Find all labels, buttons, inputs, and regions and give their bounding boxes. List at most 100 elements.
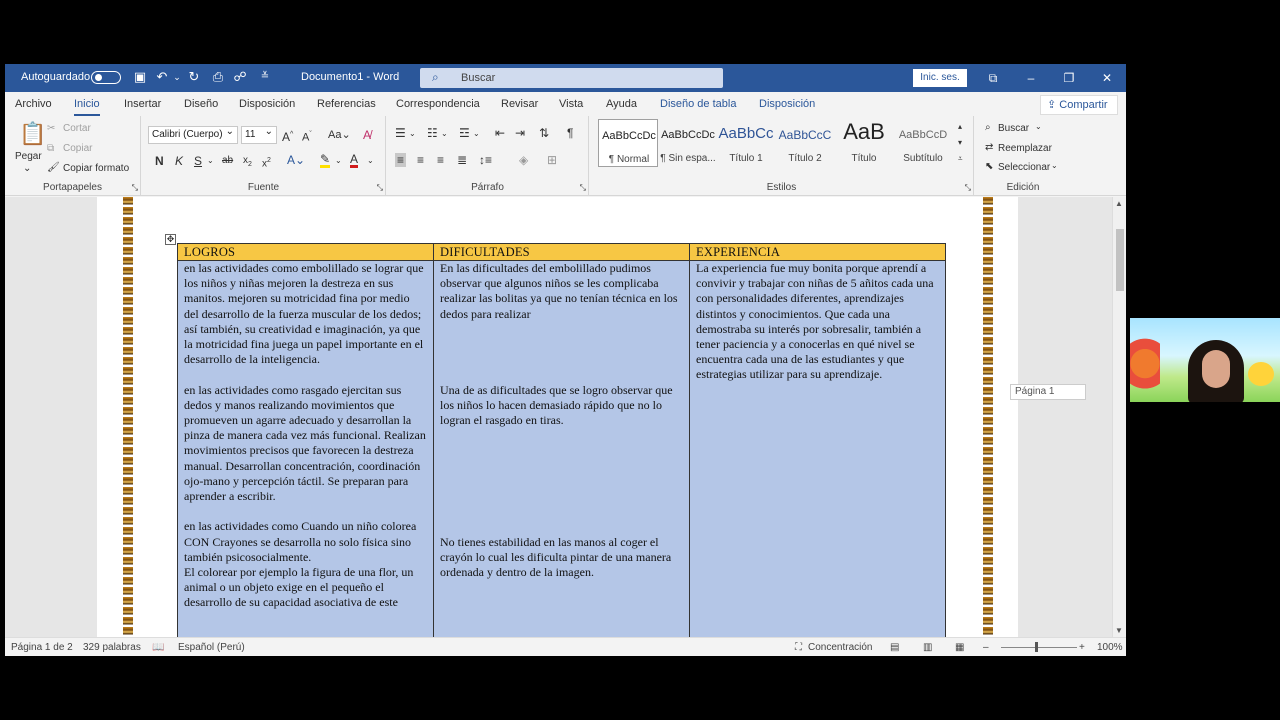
- share-button[interactable]: ⇪ Compartir: [1040, 95, 1118, 115]
- sort-icon[interactable]: ⇅: [539, 126, 549, 140]
- select-dropdown-icon[interactable]: ⌄: [1051, 161, 1058, 170]
- table-move-handle-icon[interactable]: ✥: [165, 234, 176, 245]
- autosave-toggle[interactable]: [91, 71, 121, 84]
- italic-icon[interactable]: K: [175, 154, 183, 168]
- numbering-icon[interactable]: ☷: [427, 126, 438, 140]
- zoom-in-icon[interactable]: +: [1079, 642, 1085, 653]
- touch-mode-icon[interactable]: ☍: [232, 69, 248, 85]
- tab-referencias[interactable]: Referencias: [317, 98, 376, 110]
- highlight-dropdown-icon[interactable]: ⌄: [335, 154, 342, 168]
- font-family-select[interactable]: Calibri (Cuerpo): [148, 124, 238, 144]
- word-count[interactable]: 329 palabras: [83, 642, 141, 653]
- numbering-dropdown-icon[interactable]: ⌄: [441, 127, 448, 141]
- page-count[interactable]: Página 1 de 2: [11, 642, 73, 653]
- read-mode-icon[interactable]: ▤: [890, 642, 899, 653]
- tab-disposicion[interactable]: Disposición: [239, 98, 295, 110]
- header-logros[interactable]: LOGROS: [177, 243, 434, 261]
- minimize-icon[interactable]: –: [1021, 69, 1041, 87]
- ribbon-display-icon[interactable]: ⧉: [983, 69, 1003, 87]
- tab-archivo[interactable]: Archivo: [15, 98, 52, 110]
- multilevel-dropdown-icon[interactable]: ⌄: [473, 127, 480, 141]
- document-page[interactable]: ✥ LOGROS DIFICULTADES EXPERIENCIA en las…: [97, 197, 1018, 637]
- replace-button[interactable]: Reemplazar: [998, 143, 1052, 154]
- undo-icon[interactable]: ↶: [154, 69, 170, 85]
- scroll-up-icon[interactable]: ▲: [1115, 199, 1123, 208]
- grow-font-icon[interactable]: A^: [282, 128, 293, 144]
- font-launcher-icon[interactable]: ⤡: [377, 183, 383, 193]
- subscript-icon[interactable]: x2: [243, 154, 252, 172]
- highlight-icon[interactable]: ✎: [320, 153, 331, 168]
- search-box[interactable]: ⌕ Buscar: [420, 68, 723, 88]
- tab-correspondencia[interactable]: Correspondencia: [396, 98, 480, 110]
- tab-diseno[interactable]: Diseño: [184, 98, 218, 110]
- select-button[interactable]: Seleccionar: [998, 162, 1050, 173]
- paste-button[interactable]: Pegar: [15, 151, 42, 162]
- align-center-icon[interactable]: ≡: [417, 153, 424, 167]
- paste-dropdown-icon[interactable]: ⌄: [23, 163, 31, 174]
- print-icon[interactable]: ⎙: [210, 69, 226, 85]
- tab-ayuda[interactable]: Ayuda: [606, 98, 637, 110]
- document-table[interactable]: LOGROS DIFICULTADES EXPERIENCIA en las a…: [177, 243, 946, 637]
- clipboard-launcher-icon[interactable]: ⤡: [132, 183, 138, 193]
- web-layout-icon[interactable]: ▦: [955, 642, 964, 653]
- print-layout-icon[interactable]: ▥: [923, 642, 932, 653]
- show-marks-icon[interactable]: ¶: [567, 126, 573, 140]
- shading-icon[interactable]: ◈: [519, 153, 528, 167]
- increase-indent-icon[interactable]: ⇥: [515, 126, 525, 140]
- find-button[interactable]: Buscar: [998, 123, 1029, 134]
- tab-revisar[interactable]: Revisar: [501, 98, 538, 110]
- font-size-select[interactable]: 11: [241, 124, 277, 144]
- proofing-icon[interactable]: 📖: [152, 642, 164, 653]
- tab-inicio[interactable]: Inicio: [74, 98, 100, 116]
- paragraph-launcher-icon[interactable]: ⤡: [580, 183, 586, 193]
- superscript-icon[interactable]: x2: [262, 154, 271, 171]
- scroll-down-icon[interactable]: ▼: [1115, 626, 1123, 635]
- bullets-icon[interactable]: ☰: [395, 126, 406, 140]
- undo-dropdown-icon[interactable]: ⌄: [169, 69, 185, 85]
- line-spacing-icon[interactable]: ↕≡: [479, 153, 492, 167]
- language-indicator[interactable]: Español (Perú): [178, 642, 245, 653]
- zoom-out-icon[interactable]: –: [983, 642, 989, 653]
- header-dificultades[interactable]: DIFICULTADES: [433, 243, 690, 261]
- redo-icon[interactable]: ↻: [186, 69, 202, 85]
- cell-logros[interactable]: en las actividades como embolillado se l…: [177, 260, 434, 637]
- cell-dificultades[interactable]: En las dificultades del embolillado pudi…: [433, 260, 690, 637]
- multilevel-list-icon[interactable]: ☲: [459, 126, 470, 140]
- paste-icon[interactable]: 📋: [19, 122, 46, 146]
- align-left-icon[interactable]: ≡: [395, 153, 407, 167]
- close-icon[interactable]: ✕: [1097, 69, 1117, 87]
- style-subtitle[interactable]: AaBbCcD Subtítulo: [893, 119, 953, 167]
- change-case-icon[interactable]: Aa⌄: [328, 128, 351, 142]
- focus-mode-button[interactable]: Concentración: [808, 642, 872, 653]
- font-color-dropdown-icon[interactable]: ⌄: [367, 154, 374, 168]
- bold-icon[interactable]: N: [155, 154, 164, 168]
- justify-icon[interactable]: ≣: [457, 153, 467, 167]
- style-title[interactable]: AaB Título: [834, 119, 894, 167]
- style-heading-2[interactable]: AaBbCcC Título 2: [775, 119, 835, 167]
- tab-insertar[interactable]: Insertar: [124, 98, 161, 110]
- header-experiencia[interactable]: EXPERIENCIA: [689, 243, 946, 261]
- format-painter-button[interactable]: Copiar formato: [63, 163, 129, 174]
- zoom-slider-knob[interactable]: [1035, 642, 1038, 652]
- signin-button[interactable]: Inic. ses.: [913, 69, 967, 87]
- find-dropdown-icon[interactable]: ⌄: [1035, 122, 1042, 131]
- copy-button[interactable]: Copiar: [63, 143, 92, 154]
- borders-icon[interactable]: ⊞: [547, 153, 557, 167]
- styles-more-icon[interactable]: ⩡: [958, 154, 963, 164]
- shrink-font-icon[interactable]: Aˇ: [302, 128, 312, 145]
- tab-vista[interactable]: Vista: [559, 98, 583, 110]
- save-icon[interactable]: ▣: [132, 69, 148, 85]
- styles-scroll-up-icon[interactable]: ▴: [958, 122, 962, 131]
- restore-icon[interactable]: ❐: [1059, 69, 1079, 87]
- zoom-level[interactable]: 100%: [1097, 642, 1123, 653]
- tab-diseno-de-tabla[interactable]: Diseño de tabla: [660, 98, 736, 110]
- tab-disposicion-tabla[interactable]: Disposición: [759, 98, 815, 110]
- bullets-dropdown-icon[interactable]: ⌄: [409, 127, 416, 141]
- style-no-spacing[interactable]: AaBbCcDc ¶ Sin espa...: [658, 119, 718, 167]
- styles-launcher-icon[interactable]: ⤡: [965, 183, 971, 193]
- scroll-thumb[interactable]: [1116, 229, 1124, 291]
- decrease-indent-icon[interactable]: ⇤: [495, 126, 505, 140]
- underline-dropdown-icon[interactable]: ⌄: [207, 154, 214, 168]
- cut-button[interactable]: Cortar: [63, 123, 91, 134]
- style-heading-1[interactable]: AaBbCc Título 1: [716, 119, 776, 167]
